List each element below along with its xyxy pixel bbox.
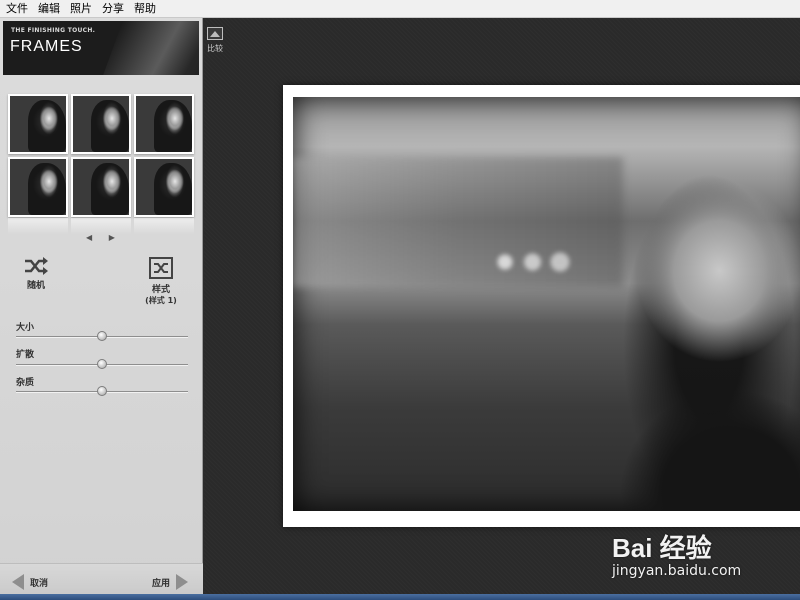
photo-subject xyxy=(593,347,800,511)
cancel-button[interactable]: 取消 xyxy=(12,574,48,590)
frame-thumbnail[interactable] xyxy=(71,157,131,217)
frame-thumbnail[interactable] xyxy=(134,157,194,217)
watermark-logo: Bai 经验 xyxy=(612,533,712,563)
framed-photo xyxy=(283,85,800,527)
menu-bar: 文件 编辑 照片 分享 帮助 xyxy=(0,0,800,18)
noise-slider-label: 杂质 xyxy=(16,378,35,388)
photo-canvas: 比较 xyxy=(204,18,800,600)
compare-button[interactable]: 比较 xyxy=(207,27,223,54)
menu-edit[interactable]: 编辑 xyxy=(36,0,68,18)
menu-file[interactable]: 文件 xyxy=(4,0,36,18)
baidu-watermark: Bai 经验 jingyan.baidu.com xyxy=(612,528,741,579)
header-tagline: THE FINISHING TOUCH. xyxy=(11,27,96,34)
frame-thumbnail[interactable] xyxy=(8,94,68,154)
thumbnail-pager: ◀ ▶ xyxy=(86,233,129,242)
menu-share[interactable]: 分享 xyxy=(100,0,132,18)
thumbnail-reflection xyxy=(8,218,68,234)
size-slider-knob[interactable] xyxy=(97,331,107,341)
thumbnail-reflection xyxy=(71,218,131,234)
apply-label: 应用 xyxy=(152,578,171,589)
next-arrow-icon[interactable]: ▶ xyxy=(109,233,115,242)
compare-label: 比较 xyxy=(207,44,223,53)
menu-help[interactable]: 帮助 xyxy=(132,0,164,18)
frame-thumbnail[interactable] xyxy=(71,94,131,154)
apply-button[interactable]: 应用 xyxy=(152,574,189,590)
spread-slider-label: 扩散 xyxy=(16,350,35,360)
spread-slider[interactable] xyxy=(16,359,188,369)
style-value: (样式 1) xyxy=(145,296,177,305)
style-button[interactable]: 样式 (样式 1) xyxy=(138,256,184,306)
size-slider[interactable] xyxy=(16,331,188,341)
watermark-url: jingyan.baidu.com xyxy=(612,563,742,579)
size-slider-label: 大小 xyxy=(16,323,35,333)
cancel-label: 取消 xyxy=(30,578,49,589)
header-title: FRAMES xyxy=(10,38,83,55)
thumbnail-reflection xyxy=(134,218,194,234)
noise-slider-knob[interactable] xyxy=(97,386,107,396)
prev-arrow-icon[interactable]: ◀ xyxy=(86,233,92,242)
cancel-arrow-icon xyxy=(12,574,24,590)
frame-thumbnail[interactable] xyxy=(8,157,68,217)
taskbar xyxy=(0,594,800,600)
photo-image xyxy=(293,97,800,511)
style-icon xyxy=(149,257,173,279)
style-label: 样式 xyxy=(151,285,170,295)
compare-icon xyxy=(207,27,223,40)
photo-bokeh xyxy=(483,247,593,277)
apply-arrow-icon xyxy=(176,574,189,590)
menu-photo[interactable]: 照片 xyxy=(68,0,100,18)
noise-slider[interactable] xyxy=(16,386,188,396)
spread-slider-knob[interactable] xyxy=(97,359,107,369)
random-button[interactable]: 随机 xyxy=(22,256,50,291)
header-shine xyxy=(103,21,199,75)
random-label: 随机 xyxy=(26,281,45,291)
shuffle-icon xyxy=(25,257,48,275)
left-panel: THE FINISHING TOUCH. FRAMES ◀ ▶ 随机 样式 (样… xyxy=(0,18,203,600)
frame-thumbnail[interactable] xyxy=(134,94,194,154)
frames-header: THE FINISHING TOUCH. FRAMES xyxy=(3,21,199,75)
